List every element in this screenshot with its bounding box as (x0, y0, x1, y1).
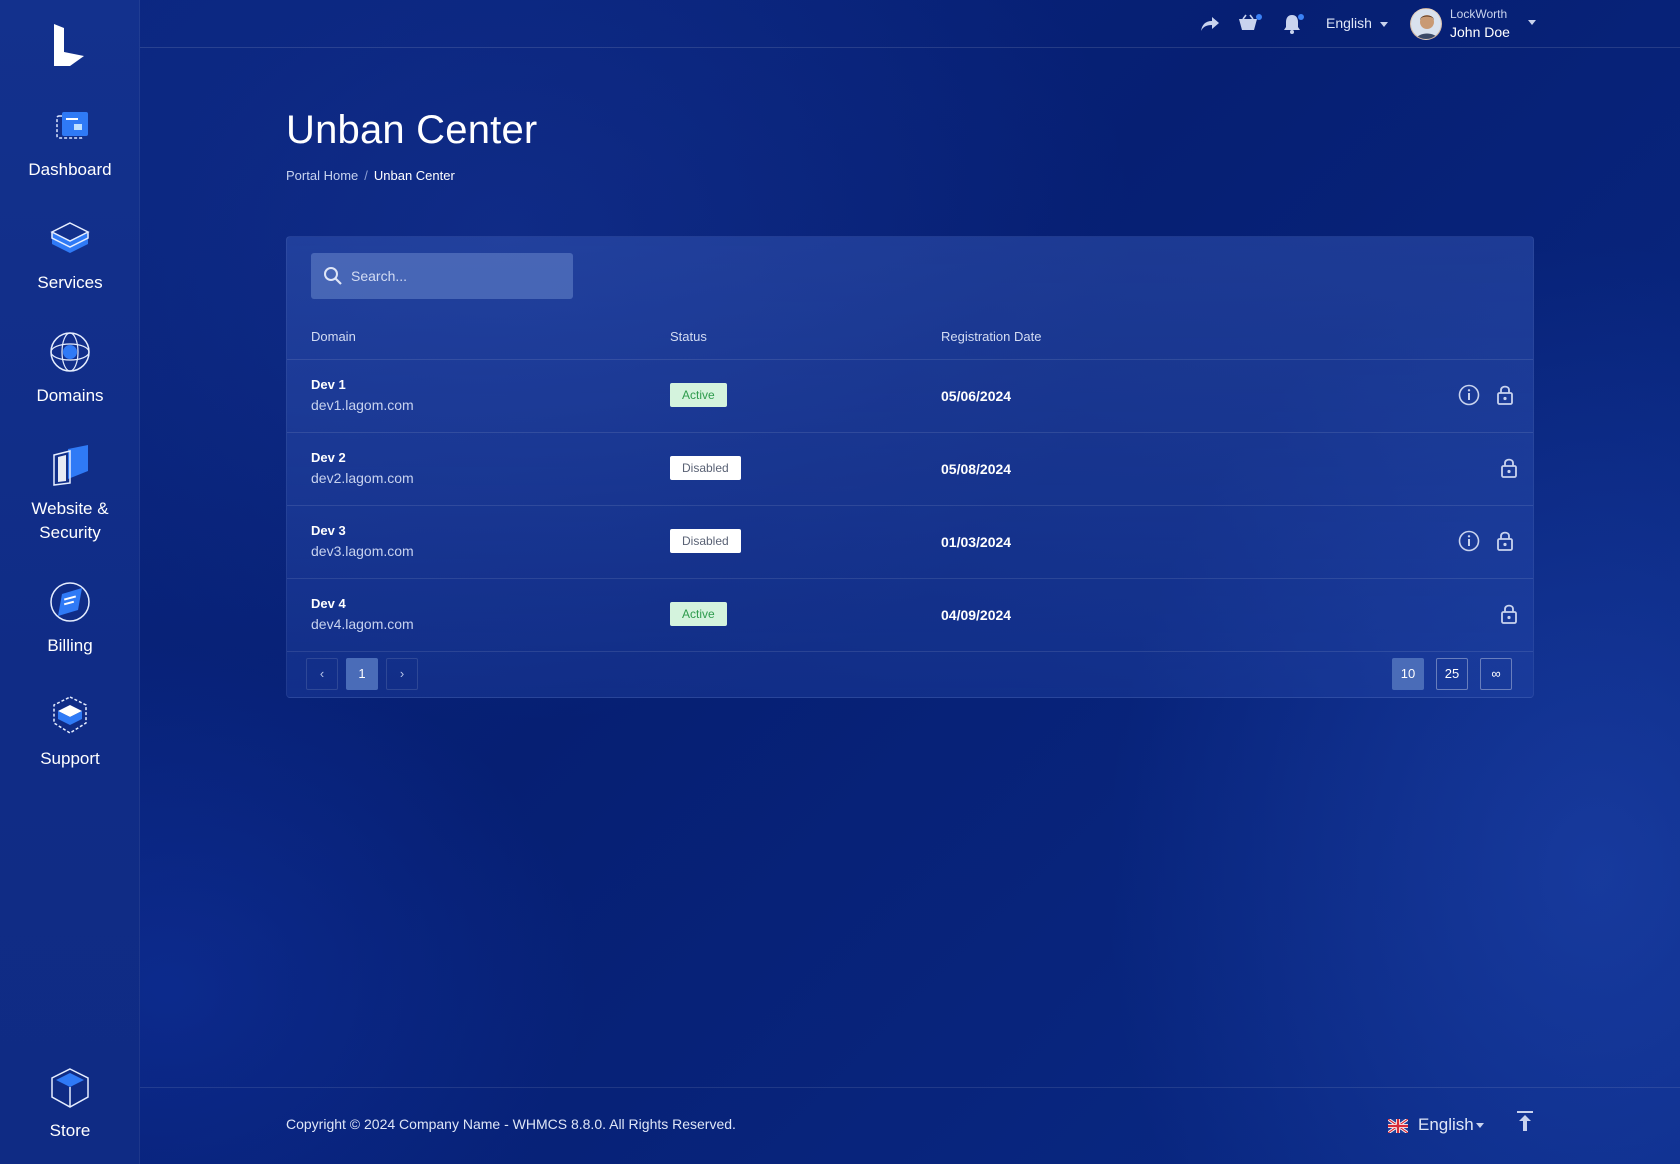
table-row: Dev 3 dev3.lagom.com Disabled 01/03/2024 (287, 505, 1533, 578)
column-header-domain[interactable]: Domain (311, 329, 356, 344)
column-header-status[interactable]: Status (670, 329, 707, 344)
sidebar-item-label: Billing (47, 636, 93, 655)
footer-language-selector[interactable]: English (1418, 1115, 1484, 1135)
sidebar-item-support[interactable]: Support (0, 693, 140, 771)
unlock-icon[interactable] (1493, 529, 1517, 553)
user-company: LockWorth (1450, 7, 1508, 21)
services-icon (48, 217, 92, 261)
table-row: Dev 2 dev2.lagom.com Disabled 05/08/2024 (287, 432, 1533, 505)
sidebar-item-label: Store (49, 1121, 91, 1140)
sidebar-item-website-security[interactable]: Website & Security (0, 443, 140, 545)
uk-flag-icon (1387, 1117, 1409, 1135)
pagination-prev-button[interactable]: ‹ (306, 658, 338, 690)
row-date: 04/09/2024 (941, 607, 1012, 623)
row-date: 01/03/2024 (941, 534, 1012, 550)
page-size-25[interactable]: 25 (1436, 658, 1468, 690)
sidebar-item-label: Dashboard (28, 160, 112, 179)
logo-icon[interactable] (50, 22, 90, 68)
language-label: English (1326, 15, 1372, 31)
sidebar: Dashboard Services Domains Website & Sec… (0, 0, 140, 1164)
breadcrumb: Portal Home / Unban Center (286, 168, 455, 183)
page-size-all[interactable]: ∞ (1480, 658, 1512, 690)
bell-notification-dot (1298, 14, 1304, 20)
breadcrumb-current: Unban Center (373, 168, 455, 183)
row-name: Dev 2 (311, 450, 346, 465)
breadcrumb-separator: / (364, 168, 368, 183)
row-date: 05/08/2024 (941, 461, 1012, 477)
back-to-top-icon[interactable] (1515, 1110, 1535, 1132)
user-name[interactable]: John Doe (1450, 24, 1510, 40)
cart-notification-dot (1256, 14, 1262, 20)
unlock-icon[interactable] (1493, 383, 1517, 407)
sidebar-item-label: Support (40, 749, 100, 768)
sidebar-item-label: Security (39, 523, 101, 542)
avatar[interactable] (1410, 8, 1442, 40)
search-box[interactable] (311, 253, 573, 299)
search-icon (323, 266, 343, 286)
pagination-next-button[interactable]: › (386, 658, 418, 690)
sidebar-item-billing[interactable]: Billing (0, 580, 140, 658)
language-selector[interactable]: English (1326, 15, 1388, 31)
bell-icon[interactable] (1280, 12, 1304, 36)
topbar: English LockWorth John Doe (140, 0, 1680, 48)
user-menu-chevron-icon[interactable] (1528, 20, 1536, 25)
page-title: Unban Center (286, 108, 538, 152)
sidebar-item-domains[interactable]: Domains (0, 330, 140, 408)
unlock-icon[interactable] (1497, 602, 1521, 626)
breadcrumb-home-link[interactable]: Portal Home (286, 168, 358, 183)
row-host: dev2.lagom.com (311, 470, 414, 486)
sidebar-item-label: Services (37, 273, 103, 292)
row-host: dev4.lagom.com (311, 616, 414, 632)
footer-divider (140, 1087, 1680, 1088)
sidebar-item-dashboard[interactable]: Dashboard (0, 104, 140, 182)
search-input[interactable] (351, 253, 566, 299)
row-name: Dev 1 (311, 377, 346, 392)
sidebar-item-label: Domains (36, 386, 104, 405)
share-icon[interactable] (1198, 12, 1222, 36)
chevron-down-icon (1475, 1123, 1484, 1129)
table-row: Dev 1 dev1.lagom.com Active 05/06/2024 (287, 359, 1533, 432)
footer-language-label: English (1418, 1115, 1474, 1134)
page-size-10[interactable]: 10 (1392, 658, 1424, 690)
billing-icon (48, 580, 92, 624)
table-row: Dev 4 dev4.lagom.com Active 04/09/2024 (287, 578, 1533, 651)
row-date: 05/06/2024 (941, 388, 1012, 404)
row-host: dev1.lagom.com (311, 397, 414, 413)
column-header-registration-date[interactable]: Registration Date (941, 329, 1041, 344)
support-icon (48, 693, 92, 737)
status-badge: Active (670, 602, 727, 626)
unlock-icon[interactable] (1497, 456, 1521, 480)
unban-table-card: Domain Status Registration Date Dev 1 de… (286, 236, 1534, 698)
row-host: dev3.lagom.com (311, 543, 414, 559)
store-icon (48, 1065, 92, 1109)
info-icon[interactable] (1457, 529, 1481, 553)
cart-icon[interactable] (1236, 12, 1262, 36)
footer-copyright: Copyright © 2024 Company Name - WHMCS 8.… (286, 1116, 736, 1132)
table-bottom-divider (287, 651, 1533, 652)
domains-icon (48, 330, 92, 374)
pagination-page-1[interactable]: 1 (346, 658, 378, 690)
status-badge: Disabled (670, 456, 741, 480)
dashboard-icon (48, 104, 92, 148)
sidebar-item-store[interactable]: Store (0, 1065, 140, 1143)
row-name: Dev 4 (311, 596, 346, 611)
chevron-down-icon (1379, 21, 1388, 27)
sidebar-item-services[interactable]: Services (0, 217, 140, 295)
status-badge: Disabled (670, 529, 741, 553)
row-name: Dev 3 (311, 523, 346, 538)
sidebar-item-label: Website & (31, 499, 109, 518)
website-security-icon (48, 443, 92, 487)
status-badge: Active (670, 383, 727, 407)
info-icon[interactable] (1457, 383, 1481, 407)
